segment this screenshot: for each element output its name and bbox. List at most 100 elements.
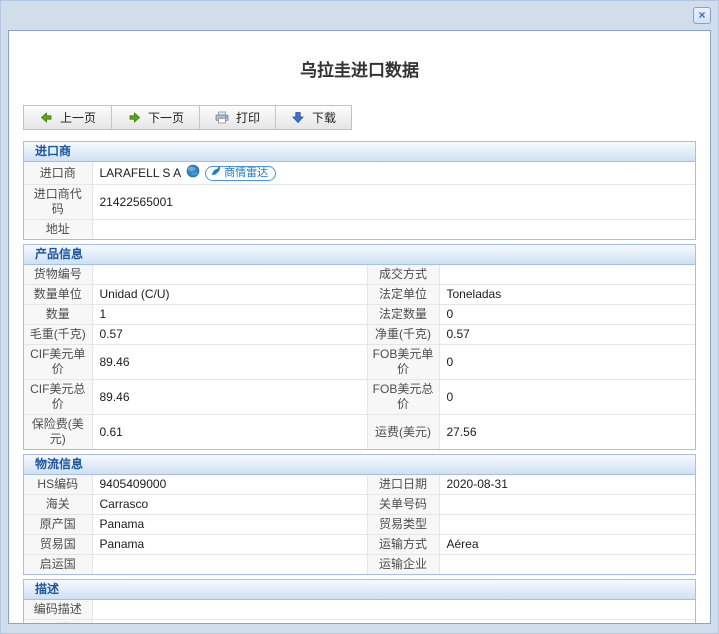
- field-label: 货物编号: [24, 265, 92, 285]
- table-row: CIF美元单价89.46FOB美元单价0: [24, 345, 695, 380]
- arrow-left-icon: [39, 111, 53, 125]
- table-row: 数量单位Unidad (C/U)法定单位Toneladas: [24, 285, 695, 305]
- section-importer-header: 进口商: [24, 142, 695, 162]
- field-value: Carrasco: [92, 495, 367, 515]
- field-label: 数量: [24, 305, 92, 325]
- prev-page-label: 上一页: [60, 109, 96, 126]
- field-value: [92, 265, 367, 285]
- field-label: 贸易国: [24, 535, 92, 555]
- table-row: HS编码9405409000进口日期2020-08-31: [24, 475, 695, 495]
- field-label: 启运国: [24, 555, 92, 575]
- close-icon[interactable]: ×: [693, 7, 711, 24]
- field-value: [439, 515, 695, 535]
- print-button[interactable]: 打印: [200, 106, 276, 129]
- table-row: 进口商 LARAFELL S A: [24, 162, 695, 185]
- field-value: 0.57: [92, 325, 367, 345]
- field-label: 地址: [24, 220, 92, 240]
- field-value: 2020-08-31: [439, 475, 695, 495]
- next-page-label: 下一页: [148, 109, 184, 126]
- field-label: 法定单位: [367, 285, 439, 305]
- field-label: 产品描述: [24, 620, 92, 625]
- toolbar: 上一页 下一页 打印 下载: [23, 105, 352, 130]
- business-radar-badge[interactable]: 商情雷达: [205, 166, 276, 181]
- importer-code-value: 21422565001: [92, 185, 695, 220]
- field-value: 89.46: [92, 345, 367, 380]
- field-label: 进口商代码: [24, 185, 92, 220]
- table-row: 毛重(千克)0.57净重(千克)0.57: [24, 325, 695, 345]
- table-row: 进口商代码 21422565001: [24, 185, 695, 220]
- page-title: 乌拉圭进口数据: [9, 56, 710, 81]
- business-radar-label: 商情雷达: [224, 166, 268, 181]
- section-importer: 进口商 进口商 LARAFELL S A: [23, 141, 696, 240]
- field-value: Panama: [92, 535, 367, 555]
- download-button[interactable]: 下载: [276, 106, 351, 129]
- section-description-header: 描述: [24, 580, 695, 600]
- section-product-header: 产品信息: [24, 245, 695, 265]
- radar-icon: [211, 166, 221, 181]
- field-label: 进口日期: [367, 475, 439, 495]
- field-value: 0.57: [439, 325, 695, 345]
- importer-name-value: LARAFELL S A: [100, 166, 182, 181]
- field-label: 海关: [24, 495, 92, 515]
- field-label: 关单号码: [367, 495, 439, 515]
- field-label: HS编码: [24, 475, 92, 495]
- field-label: 运输方式: [367, 535, 439, 555]
- field-label: 进口商: [24, 162, 92, 185]
- dialog-panel: 乌拉圭进口数据 上一页 下一页 打印: [8, 30, 711, 624]
- field-value: Unidad (C/U): [92, 285, 367, 305]
- field-label: 原产国: [24, 515, 92, 535]
- print-label: 打印: [236, 109, 260, 126]
- field-value: [439, 495, 695, 515]
- field-label: 成交方式: [367, 265, 439, 285]
- arrow-right-icon: [127, 111, 141, 125]
- field-value: Panama: [92, 515, 367, 535]
- field-value: Toneladas: [439, 285, 695, 305]
- download-label: 下载: [312, 109, 336, 126]
- table-row: 启运国 运输企业: [24, 555, 695, 575]
- printer-icon: [215, 111, 229, 125]
- import-data-dialog: { "window": { "title": "乌拉圭进口数据", "close…: [0, 0, 719, 634]
- section-description: 描述 编码描述 产品描述 TIRAS LED: [23, 579, 696, 624]
- field-label: 贸易类型: [367, 515, 439, 535]
- field-label: 净重(千克): [367, 325, 439, 345]
- field-value: 0: [439, 380, 695, 415]
- field-value: 1: [92, 305, 367, 325]
- field-value: TIRAS LED: [92, 620, 695, 625]
- field-value: 9405409000: [92, 475, 367, 495]
- section-product: 产品信息 货物编号成交方式数量单位Unidad (C/U)法定单位Tonelad…: [23, 244, 696, 450]
- field-label: 保险费(美元): [24, 415, 92, 450]
- arrow-down-icon: [291, 111, 305, 125]
- field-label: CIF美元单价: [24, 345, 92, 380]
- next-page-button[interactable]: 下一页: [112, 106, 200, 129]
- field-label: FOB美元总价: [367, 380, 439, 415]
- field-label: 运输企业: [367, 555, 439, 575]
- field-label: CIF美元总价: [24, 380, 92, 415]
- field-label: 数量单位: [24, 285, 92, 305]
- section-logistics: 物流信息 HS编码9405409000进口日期2020-08-31海关Carra…: [23, 454, 696, 575]
- table-row: 数量1法定数量0: [24, 305, 695, 325]
- field-value: 0.61: [92, 415, 367, 450]
- importer-address-value: [92, 220, 695, 240]
- field-label: 运费(美元): [367, 415, 439, 450]
- field-label: 编码描述: [24, 600, 92, 620]
- field-value: 0: [439, 305, 695, 325]
- field-value: [92, 555, 367, 575]
- table-row: 保险费(美元)0.61运费(美元)27.56: [24, 415, 695, 450]
- field-value: Aérea: [439, 535, 695, 555]
- globe-icon[interactable]: [186, 164, 200, 182]
- prev-page-button[interactable]: 上一页: [24, 106, 112, 129]
- field-value: 89.46: [92, 380, 367, 415]
- table-row: CIF美元总价89.46FOB美元总价0: [24, 380, 695, 415]
- logistics-table: HS编码9405409000进口日期2020-08-31海关Carrasco关单…: [24, 475, 695, 574]
- field-label: 法定数量: [367, 305, 439, 325]
- field-label: 毛重(千克): [24, 325, 92, 345]
- table-row: 产品描述 TIRAS LED: [24, 620, 695, 625]
- table-row: 海关Carrasco关单号码: [24, 495, 695, 515]
- field-value: 0: [439, 345, 695, 380]
- table-row: 地址: [24, 220, 695, 240]
- field-value: 27.56: [439, 415, 695, 450]
- field-value: [439, 555, 695, 575]
- field-value: [92, 600, 695, 620]
- table-row: 编码描述: [24, 600, 695, 620]
- product-table: 货物编号成交方式数量单位Unidad (C/U)法定单位Toneladas数量1…: [24, 265, 695, 449]
